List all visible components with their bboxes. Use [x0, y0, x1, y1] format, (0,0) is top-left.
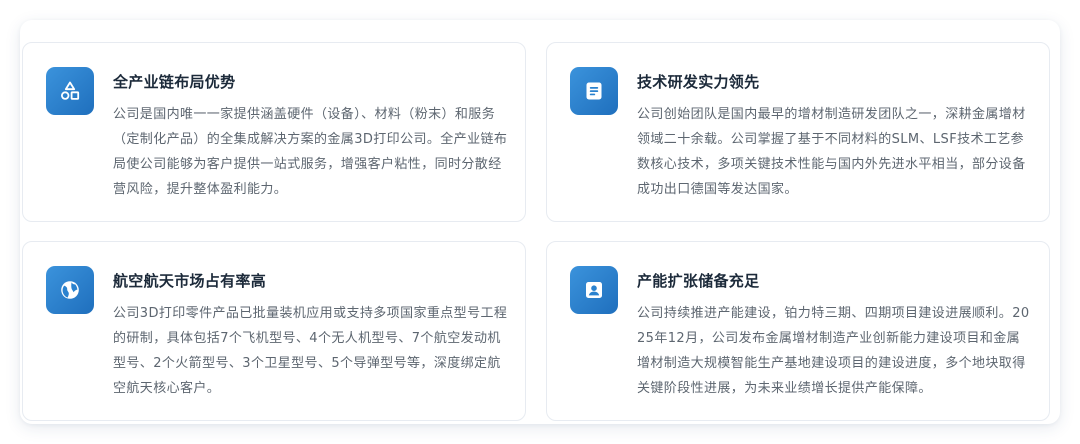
feature-card-capacity: 产能扩张储备充足 公司持续推进产能建设，铂力特三期、四期项目建设进展顺利。202…: [546, 241, 1050, 421]
shapes-icon: [46, 67, 94, 115]
feature-card-rd-strength: 技术研发实力领先 公司创始团队是国内最早的增材制造研发团队之一，深耕金属增材领域…: [546, 42, 1050, 222]
card-description: 公司3D打印零件产品已批量装机应用或支持多项国家重点型号工程的研制，具体包括7个…: [113, 306, 508, 396]
user-badge-icon: [570, 266, 618, 314]
card-title: 全产业链布局优势: [113, 73, 236, 91]
feature-card-aerospace-share: 航空航天市场占有率高 公司3D打印零件产品已批量装机应用或支持多项国家重点型号工…: [22, 241, 526, 421]
card-title: 航空航天市场占有率高: [113, 272, 267, 290]
card-description: 公司持续推进产能建设，铂力特三期、四期项目建设进展顺利。2025年12月，公司发…: [637, 306, 1030, 396]
feature-card-industry-chain: 全产业链布局优势 公司是国内唯一一家提供涵盖硬件（设备）、材料（粉末）和服务（定…: [22, 42, 526, 222]
card-description: 公司是国内唯一一家提供涵盖硬件（设备）、材料（粉末）和服务（定制化产品）的全集成…: [113, 107, 508, 197]
card-description: 公司创始团队是国内最早的增材制造研发团队之一，深耕金属增材领域二十余载。公司掌握…: [637, 107, 1026, 197]
card-title: 产能扩张储备充足: [637, 272, 760, 290]
card-title: 技术研发实力领先: [637, 73, 760, 91]
document-icon: [570, 67, 618, 115]
globe-icon: [46, 266, 94, 314]
